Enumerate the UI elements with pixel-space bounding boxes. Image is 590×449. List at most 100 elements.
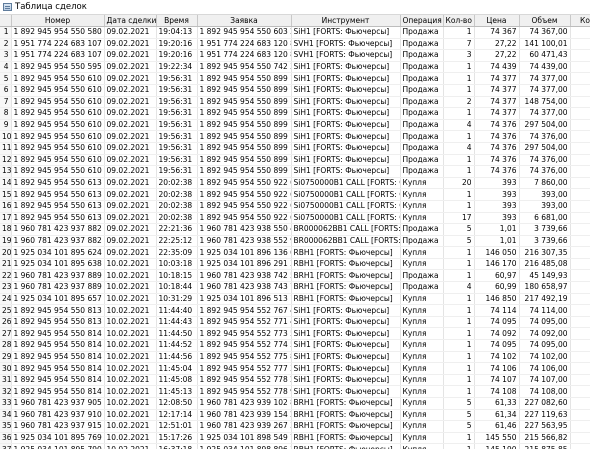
cell-number: 1 960 781 423 937 915 917 bbox=[11, 420, 105, 433]
cell-order: 1 960 781 423 938 743 787 bbox=[197, 281, 292, 294]
cell-commission bbox=[570, 165, 590, 178]
cell-commission bbox=[570, 327, 590, 341]
cell-price: 74 376 bbox=[474, 130, 520, 143]
table-row[interactable]: 71 892 945 954 550 610 81509.02.202119:5… bbox=[0, 96, 590, 109]
table-row[interactable]: 291 892 945 954 550 814 39610.02.202111:… bbox=[0, 351, 590, 364]
cell-quantity: 1 bbox=[443, 107, 475, 120]
cell-order: 1 892 945 954 550 922 628 bbox=[197, 200, 292, 213]
table-row[interactable]: 51 892 945 954 550 610 81309.02.202119:5… bbox=[0, 72, 590, 85]
table-row[interactable]: 21 951 774 224 683 107 39609.02.202119:2… bbox=[0, 38, 590, 51]
table-row[interactable]: 221 960 781 423 937 889 76610.02.202110:… bbox=[0, 269, 590, 283]
cell-volume: 3 739,66 bbox=[519, 235, 571, 248]
table-row[interactable]: 201 925 034 101 895 624 68809.02.202122:… bbox=[0, 246, 590, 259]
cell-price: 61,34 bbox=[474, 409, 520, 422]
table-row[interactable]: 101 892 945 954 550 610 81809.02.202119:… bbox=[0, 130, 590, 143]
cell-number: 1 892 945 954 550 610 813 bbox=[11, 72, 105, 85]
cell-time: 20:02:38 bbox=[156, 177, 198, 190]
cell-quantity: 1 bbox=[443, 304, 475, 317]
column-header-number[interactable]: Номер bbox=[11, 15, 105, 27]
table-row[interactable]: 231 960 781 423 937 889 82710.02.202110:… bbox=[0, 281, 590, 294]
column-header-instrument[interactable]: Инструмент bbox=[291, 15, 401, 27]
column-header-quantity[interactable]: Кол-во bbox=[443, 15, 475, 27]
column-header-time[interactable]: Время bbox=[156, 15, 198, 27]
cell-order: 1 925 034 101 896 136 646 bbox=[197, 246, 292, 259]
cell-commission bbox=[570, 304, 590, 317]
table-row[interactable]: 161 892 945 954 550 613 21909.02.202120:… bbox=[0, 200, 590, 213]
cell-commission bbox=[570, 61, 590, 74]
cell-price: 74 376 bbox=[474, 142, 520, 155]
column-header-price[interactable]: Цена bbox=[474, 15, 520, 27]
cell-time: 20:02:38 bbox=[156, 188, 198, 201]
table-row[interactable]: 81 892 945 954 550 610 81609.02.202119:5… bbox=[0, 107, 590, 120]
cell-time: 19:22:34 bbox=[156, 61, 198, 74]
cell-commission bbox=[570, 443, 590, 449]
cell-operation: Продажа bbox=[400, 165, 444, 178]
row-index: 5 bbox=[0, 72, 12, 85]
table-row[interactable]: 211 925 034 101 895 638 94710.02.202110:… bbox=[0, 258, 590, 271]
table-row[interactable]: 301 892 945 954 550 814 46110.02.202111:… bbox=[0, 362, 590, 375]
table-row[interactable]: 131 892 945 954 550 610 82109.02.202119:… bbox=[0, 165, 590, 178]
cell-number: 1 892 945 954 550 613 218 bbox=[11, 188, 105, 201]
cell-order: 1 892 945 954 550 899 159 bbox=[197, 96, 292, 109]
trades-grid[interactable]: Номер Дата сделки Время Заявка Инструмен… bbox=[0, 15, 590, 449]
cell-number: 1 925 034 101 895 638 947 bbox=[11, 258, 105, 271]
cell-commission bbox=[570, 154, 590, 167]
cell-number: 1 925 034 101 895 657 113 bbox=[11, 293, 105, 306]
table-row[interactable]: 361 925 034 101 895 769 37010.02.202115:… bbox=[0, 432, 590, 445]
table-row[interactable]: 331 960 781 423 937 905 07110.02.202112:… bbox=[0, 397, 590, 410]
cell-price: 74 439 bbox=[474, 61, 520, 74]
cell-instrument: Si0750000B1 CALL [FORTS: Опц bbox=[291, 212, 401, 225]
table-row[interactable]: 261 892 945 954 550 813 71610.02.202111:… bbox=[0, 316, 590, 329]
table-row[interactable]: 251 892 945 954 550 813 07610.02.202111:… bbox=[0, 304, 590, 317]
table-row[interactable]: 91 892 945 954 550 610 81709.02.202119:5… bbox=[0, 119, 590, 132]
row-index: 31 bbox=[0, 374, 12, 387]
cell-number: 1 892 945 954 550 814 461 bbox=[11, 362, 105, 375]
cell-price: 74 377 bbox=[474, 107, 520, 120]
cell-number: 1 892 945 954 550 814 396 bbox=[11, 351, 105, 364]
cell-number: 1 925 034 101 895 790 741 bbox=[11, 443, 105, 449]
cell-volume: 60 471,43 bbox=[519, 49, 571, 62]
column-header-operation[interactable]: Операция bbox=[400, 15, 444, 27]
table-row[interactable]: 151 892 945 954 550 613 21809.02.202120:… bbox=[0, 188, 590, 201]
table-row[interactable]: 111 892 945 954 550 610 81909.02.202119:… bbox=[0, 142, 590, 155]
table-row[interactable]: 181 960 781 423 937 882 03309.02.202122:… bbox=[0, 223, 590, 236]
cell-price: 393 bbox=[474, 212, 520, 225]
cell-operation: Купля bbox=[400, 304, 444, 317]
table-row[interactable]: 11 892 945 954 550 580 90309.02.202119:0… bbox=[0, 26, 590, 39]
row-index: 33 bbox=[0, 397, 12, 410]
cell-commission bbox=[570, 397, 590, 410]
table-row[interactable]: 121 892 945 954 550 610 82009.02.202119:… bbox=[0, 154, 590, 167]
table-row[interactable]: 271 892 945 954 550 814 16010.02.202111:… bbox=[0, 327, 590, 341]
table-row[interactable]: 141 892 945 954 550 613 21709.02.202120:… bbox=[0, 177, 590, 190]
cell-trade-date: 09.02.2021 bbox=[104, 107, 157, 120]
table-row[interactable]: 241 925 034 101 895 657 11310.02.202110:… bbox=[0, 293, 590, 306]
cell-price: 61,33 bbox=[474, 397, 520, 410]
table-row[interactable]: 371 925 034 101 895 790 74110.02.202116:… bbox=[0, 443, 590, 449]
column-header-commission[interactable]: Ко bbox=[570, 15, 590, 27]
cell-order: 1 892 945 954 550 899 159 bbox=[197, 119, 292, 132]
cell-volume: 227 082,60 bbox=[519, 397, 571, 410]
table-row[interactable]: 351 960 781 423 937 915 91710.02.202112:… bbox=[0, 420, 590, 433]
cell-price: 74 095 bbox=[474, 316, 520, 329]
column-header-trade-date[interactable]: Дата сделки bbox=[104, 15, 157, 27]
table-row[interactable]: 31 951 774 224 683 107 39709.02.202119:2… bbox=[0, 49, 590, 62]
table-row[interactable]: 321 892 945 954 550 814 55710.02.202111:… bbox=[0, 385, 590, 398]
column-header-volume[interactable]: Объем bbox=[519, 15, 571, 27]
cell-time: 16:37:18 bbox=[156, 443, 198, 449]
table-row[interactable]: 341 960 781 423 937 910 95410.02.202112:… bbox=[0, 409, 590, 422]
table-row[interactable]: 171 892 945 954 550 613 22009.02.202120:… bbox=[0, 212, 590, 225]
cell-order: 1 892 945 954 552 774 507 bbox=[197, 339, 292, 352]
cell-volume: 74 377,00 bbox=[519, 107, 571, 120]
table-row[interactable]: 311 892 945 954 550 814 50510.02.202111:… bbox=[0, 374, 590, 387]
table-row[interactable]: 61 892 945 954 550 610 81409.02.202119:5… bbox=[0, 84, 590, 97]
column-header-order[interactable]: Заявка bbox=[197, 15, 292, 27]
cell-order: 1 892 945 954 550 742 382 bbox=[197, 61, 292, 74]
table-row[interactable]: 41 892 945 954 550 595 14909.02.202119:2… bbox=[0, 61, 590, 74]
cell-order: 1 892 945 954 550 922 628 bbox=[197, 212, 292, 225]
cell-trade-date: 09.02.2021 bbox=[104, 246, 157, 259]
table-row[interactable]: 281 892 945 954 550 814 21710.02.202111:… bbox=[0, 339, 590, 352]
cell-time: 22:25:12 bbox=[156, 235, 198, 248]
cell-time: 19:56:31 bbox=[156, 165, 198, 178]
table-row[interactable]: 191 960 781 423 937 882 41909.02.202122:… bbox=[0, 235, 590, 248]
row-index: 1 bbox=[0, 26, 12, 39]
